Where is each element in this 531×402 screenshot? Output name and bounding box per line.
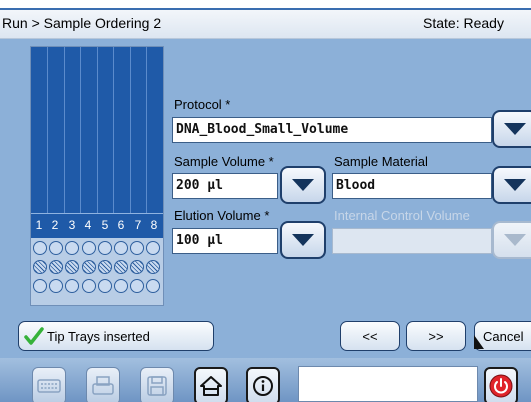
rack-well: [65, 241, 80, 255]
info-icon: [253, 376, 273, 396]
top-accent-line: [0, 8, 531, 10]
home-button[interactable]: [194, 367, 228, 402]
chevron-down-icon: [504, 179, 526, 191]
rack-well: [49, 241, 64, 255]
rack-position-4[interactable]: 4: [80, 218, 96, 232]
rack-well: [114, 260, 128, 274]
next-button[interactable]: >>: [406, 321, 466, 351]
rack-position-5[interactable]: 5: [97, 218, 113, 232]
strip-divider: [47, 47, 48, 213]
rack-well: [130, 260, 145, 274]
message-box: [298, 366, 478, 402]
rack-well: [81, 260, 96, 274]
rack-well: [97, 241, 112, 255]
cancel-button[interactable]: Cancel: [474, 321, 531, 351]
info-button[interactable]: [246, 367, 280, 402]
internal-control-dropdown-button: [492, 221, 531, 259]
rack-wells: [31, 239, 163, 305]
sample-material-field[interactable]: Blood: [332, 173, 492, 199]
chevron-down-icon: [292, 234, 314, 246]
elution-volume-field[interactable]: 100 µl: [172, 228, 278, 254]
rack-well: [65, 260, 80, 274]
rack-well: [146, 279, 161, 293]
protocol-dropdown-button[interactable]: [492, 110, 531, 148]
rack-position-1[interactable]: 1: [31, 218, 47, 232]
chevron-down-icon: [292, 179, 314, 191]
state-label: State: Ready: [423, 15, 504, 31]
strip-divider: [97, 47, 98, 213]
print-button[interactable]: [86, 367, 120, 402]
rack-well: [49, 279, 64, 293]
previous-button[interactable]: <<: [340, 321, 400, 351]
elution-volume-label: Elution Volume *: [174, 208, 270, 223]
rack-well: [65, 279, 80, 293]
title-bar: Run > Sample Ordering 2 State: Ready: [0, 8, 531, 39]
breadcrumb: Run > Sample Ordering 2: [2, 15, 162, 31]
bottom-toolbar: [0, 358, 531, 402]
strip-divider: [80, 47, 81, 213]
strip-divider: [113, 47, 114, 213]
chevron-down-icon: [504, 123, 526, 135]
app-panel: Run > Sample Ordering 2 State: Ready 1 2…: [0, 8, 531, 402]
rack-position-2[interactable]: 2: [47, 218, 63, 232]
save-button[interactable]: [140, 367, 174, 402]
rack-well: [114, 279, 128, 293]
rack-well: [81, 241, 96, 255]
power-icon: [489, 374, 513, 398]
next-label: >>: [428, 329, 444, 344]
rack-well: [97, 260, 112, 274]
rack-well: [49, 260, 64, 274]
sample-material-label: Sample Material: [334, 154, 428, 169]
tip-trays-inserted-button[interactable]: Tip Trays inserted: [18, 321, 214, 351]
rack-well: [130, 279, 145, 293]
strip-divider: [64, 47, 65, 213]
rack-well: [146, 260, 161, 274]
printer-icon: [92, 376, 114, 395]
rack-well: [33, 260, 47, 274]
sample-rack: 1 2 3 4 5 6 7 8: [30, 46, 164, 306]
sample-volume-dropdown-button[interactable]: [280, 166, 326, 204]
rack-well: [146, 241, 161, 255]
rack-position-7[interactable]: 7: [130, 218, 146, 232]
keyboard-icon: [37, 379, 61, 393]
sample-volume-field[interactable]: 200 µl: [172, 173, 278, 199]
power-button[interactable]: [484, 367, 518, 402]
chevron-down-icon: [504, 234, 526, 246]
rack-position-8[interactable]: 8: [146, 218, 162, 232]
rack-strips: [31, 47, 163, 213]
sample-volume-label: Sample Volume *: [174, 154, 274, 169]
rack-well: [97, 279, 112, 293]
home-icon: [200, 376, 222, 396]
previous-label: <<: [362, 329, 378, 344]
rack-position-6[interactable]: 6: [113, 218, 129, 232]
internal-control-volume-field: [332, 228, 492, 254]
protocol-field[interactable]: DNA_Blood_Small_Volume: [172, 117, 492, 143]
rack-position-3[interactable]: 3: [64, 218, 80, 232]
strip-divider: [146, 47, 147, 213]
rack-well: [114, 241, 128, 255]
save-icon: [147, 376, 167, 396]
rack-well: [33, 241, 47, 255]
strip-divider: [130, 47, 131, 213]
rack-well: [81, 279, 96, 293]
cancel-label: Cancel: [483, 329, 524, 344]
tip-trays-label: Tip Trays inserted: [47, 329, 150, 344]
rack-well: [130, 241, 145, 255]
checkmark-icon: [24, 327, 44, 345]
sample-material-dropdown-button[interactable]: [492, 166, 531, 204]
internal-control-volume-label: Internal Control Volume: [334, 208, 470, 223]
protocol-label: Protocol *: [174, 97, 231, 112]
rack-well: [33, 279, 47, 293]
keyboard-button[interactable]: [32, 367, 66, 402]
elution-volume-dropdown-button[interactable]: [280, 221, 326, 259]
rack-position-numbers: 1 2 3 4 5 6 7 8: [31, 213, 163, 238]
